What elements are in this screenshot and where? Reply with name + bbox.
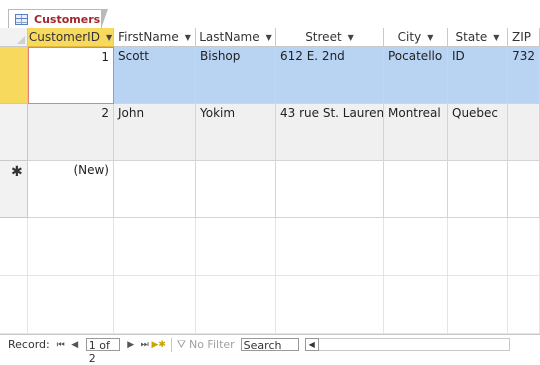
cell-zip[interactable] [508,104,540,161]
dropdown-arrow-icon[interactable]: ▼ [266,33,272,42]
filter-toggle[interactable]: ⛛ No Filter [177,338,235,352]
empty-cell [0,218,28,276]
last-record-button[interactable]: ⏭ [138,338,152,352]
empty-cell [196,276,276,334]
empty-cell [508,218,540,276]
scroll-left-button[interactable]: ◀ [304,338,319,351]
empty-cell [508,276,540,334]
empty-cell [196,218,276,276]
next-record-button[interactable]: ▶ [124,338,138,352]
current-record-field[interactable]: 1 of 2 [85,338,120,365]
empty-cell [448,276,508,334]
cell-city[interactable]: Pocatello [384,47,448,104]
empty-cell [114,218,196,276]
column-header-zip[interactable]: ZIP [508,28,540,47]
cell-firstname[interactable]: John [114,104,196,161]
record-label: Record: [8,338,50,351]
cell-city[interactable]: Montreal [384,104,448,161]
cell-firstname[interactable]: Scott [114,47,196,104]
empty-cell [28,276,114,334]
funnel-icon: ⛛ [176,337,186,351]
empty-cell [384,276,448,334]
empty-cell [0,276,28,334]
new-record-asterisk-icon: ✱ [11,164,23,180]
empty-cell [28,218,114,276]
first-record-button[interactable]: ⏮ [54,338,68,352]
cell-new-lastname[interactable] [196,161,276,218]
column-header-customerid[interactable]: CustomerID ▼ [28,28,114,47]
empty-cell [276,276,384,334]
dropdown-arrow-icon[interactable]: ▼ [493,33,499,42]
dropdown-arrow-icon[interactable]: ▼ [427,33,433,42]
column-header-city[interactable]: City ▼ [384,28,448,47]
row-selector[interactable] [0,47,28,104]
column-header-lastname[interactable]: LastName ▼ [196,28,276,47]
empty-cell [114,276,196,334]
cell-new-firstname[interactable] [114,161,196,218]
tab-customers[interactable]: Customers [8,9,108,29]
search-input[interactable]: Search [240,338,299,352]
dropdown-arrow-icon[interactable]: ▼ [185,33,191,42]
table-icon [15,13,28,25]
new-record-button[interactable]: ▶✱ [151,338,165,352]
record-navigation-bar: Record: ⏮ ◀ 1 of 2 ▶ ⏭ ▶✱ ⛛ No Filter Se… [0,334,540,365]
tab-label: Customers [34,12,101,26]
column-header-firstname[interactable]: FirstName ▼ [114,28,196,47]
cell-street[interactable]: 612 E. 2nd [276,47,384,104]
empty-cell [384,218,448,276]
cell-new-state[interactable] [448,161,508,218]
empty-cell [276,218,384,276]
divider [170,337,172,352]
horizontal-scrollbar[interactable] [318,338,510,351]
cell-new-zip[interactable] [508,161,540,218]
cell-street[interactable]: 43 rue St. Laurent [276,104,384,161]
new-row-selector[interactable]: ✱ [0,161,28,218]
row-selector[interactable] [0,104,28,161]
cell-customerid[interactable]: 2 [28,104,114,161]
cell-new-street[interactable] [276,161,384,218]
cell-state[interactable]: ID [448,47,508,104]
column-header-state[interactable]: State ▼ [448,28,508,47]
cell-lastname[interactable]: Bishop [196,47,276,104]
cell-zip[interactable]: 732 [508,47,540,104]
column-header-street[interactable]: Street ▼ [276,28,384,47]
dropdown-arrow-icon[interactable]: ▼ [348,33,354,42]
cell-new-customerid[interactable]: (New) [28,161,114,218]
cell-lastname[interactable]: Yokim [196,104,276,161]
filter-label: No Filter [188,338,235,351]
dropdown-arrow-icon[interactable]: ▼ [106,33,112,42]
previous-record-button[interactable]: ◀ [68,338,82,352]
empty-cell [448,218,508,276]
cell-state[interactable]: Quebec [448,104,508,161]
select-all-corner[interactable] [0,28,28,47]
cell-customerid[interactable]: 1 [28,47,114,104]
cell-new-city[interactable] [384,161,448,218]
document-tab-strip: Customers [0,0,540,29]
